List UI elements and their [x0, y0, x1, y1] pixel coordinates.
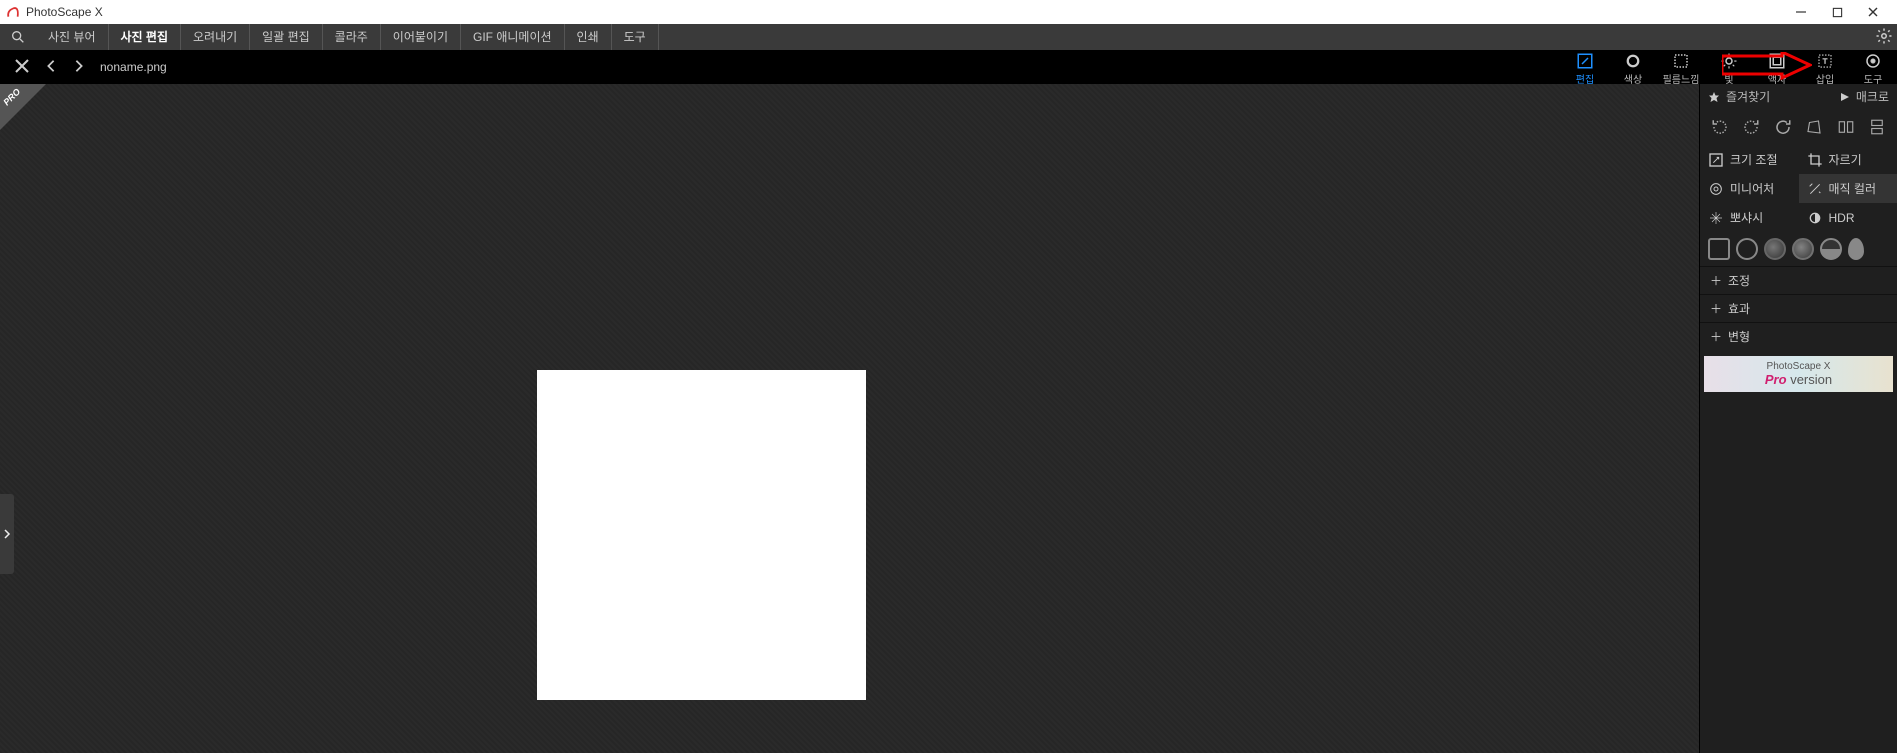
mode-tab-light[interactable]: 빛 — [1705, 50, 1753, 84]
sub-toolbar: noname.png 편집 색상 필름느낌 빛 액자 T 삽입 도구 — [0, 50, 1897, 84]
magic-color-button[interactable]: 매직 컬러 — [1799, 174, 1897, 203]
play-icon — [1840, 92, 1850, 102]
menu-item-print[interactable]: 인쇄 — [565, 24, 612, 50]
straighten-button[interactable] — [1802, 115, 1826, 139]
chevron-left-icon — [44, 59, 58, 73]
hdr-icon — [1807, 210, 1823, 226]
shape-half-button[interactable] — [1820, 238, 1842, 260]
nav-forward-button[interactable] — [72, 59, 86, 76]
menu-item-editor[interactable]: 사진 편집 — [109, 24, 182, 50]
rotate-cw-button[interactable] — [1739, 115, 1763, 139]
right-mode-tabs: 편집 색상 필름느낌 빛 액자 T 삽입 도구 — [1561, 50, 1897, 84]
window-maximize-button[interactable] — [1819, 0, 1855, 24]
close-icon — [14, 58, 30, 74]
shape-drop-button[interactable] — [1848, 238, 1864, 260]
menu-item-tools[interactable]: 도구 — [612, 24, 659, 50]
wand-icon — [1807, 181, 1823, 197]
crop-button[interactable]: 자르기 — [1799, 145, 1897, 174]
macro-button[interactable]: 매크로 — [1840, 88, 1889, 105]
chevron-right-icon — [3, 529, 11, 539]
section-adjust[interactable]: ＋조정 — [1700, 266, 1897, 294]
window-minimize-button[interactable] — [1783, 0, 1819, 24]
mode-tab-edit[interactable]: 편집 — [1561, 50, 1609, 84]
brush-icon — [1864, 52, 1882, 70]
star-icon — [1708, 91, 1720, 103]
resize-icon — [1708, 152, 1724, 168]
insert-icon: T — [1816, 52, 1834, 70]
frame-icon — [1768, 52, 1786, 70]
nav-back-button[interactable] — [44, 59, 58, 76]
side-panel-toggle[interactable] — [0, 494, 14, 574]
menu-item-cutout[interactable]: 오려내기 — [181, 24, 250, 50]
right-panel: 즐겨찾기 매크로 크기 조절 자르기 — [1699, 84, 1897, 753]
shape-sphere1-button[interactable] — [1764, 238, 1786, 260]
section-transform[interactable]: ＋변형 — [1700, 322, 1897, 350]
favorites-button[interactable]: 즐겨찾기 — [1708, 88, 1770, 105]
close-file-button[interactable] — [14, 58, 30, 77]
menu-item-batch[interactable]: 일괄 편집 — [250, 24, 323, 50]
app-title: PhotoScape X — [26, 5, 103, 19]
gear-icon — [1875, 27, 1893, 45]
rotate-row — [1700, 109, 1897, 145]
menu-item-combine[interactable]: 이어붙이기 — [381, 24, 461, 50]
menu-bar: 사진 뷰어 사진 편집 오려내기 일괄 편집 콜라주 이어붙이기 GIF 애니메… — [0, 24, 1897, 50]
search-icon — [10, 29, 26, 45]
sharpen-button[interactable]: 뽀샤시 — [1700, 203, 1799, 232]
chevron-right-icon — [72, 59, 86, 73]
menu-item-gif[interactable]: GIF 애니메이션 — [461, 24, 565, 50]
pro-version-promo[interactable]: PhotoScape X Pro version — [1704, 356, 1893, 392]
mode-tab-film[interactable]: 필름느낌 — [1657, 50, 1705, 84]
rotate-ccw-icon — [1711, 118, 1729, 136]
menu-item-collage[interactable]: 콜라주 — [323, 24, 381, 50]
rotate-ccw-button[interactable] — [1708, 115, 1732, 139]
rotate-90-icon — [1774, 118, 1792, 136]
mode-tab-tools[interactable]: 도구 — [1849, 50, 1897, 84]
menu-item-viewer[interactable]: 사진 뷰어 — [36, 24, 109, 50]
target-icon — [1708, 181, 1724, 197]
svg-text:T: T — [1823, 56, 1828, 65]
sparkle-icon — [1708, 210, 1724, 226]
canvas-image[interactable] — [537, 370, 866, 700]
resize-button[interactable]: 크기 조절 — [1700, 145, 1799, 174]
main-area: PRO 즐겨찾기 매크로 — [0, 84, 1897, 753]
mode-tab-color[interactable]: 색상 — [1609, 50, 1657, 84]
settings-button[interactable] — [1875, 27, 1893, 48]
ring-icon — [1624, 52, 1642, 70]
perspective-icon — [1805, 118, 1823, 136]
app-logo-icon — [6, 5, 20, 19]
shape-circle-button[interactable] — [1736, 238, 1758, 260]
flip-v-icon — [1868, 118, 1886, 136]
pro-badge-corner — [0, 84, 46, 130]
rotate-90-button[interactable] — [1771, 115, 1795, 139]
flip-h-icon — [1837, 118, 1855, 136]
edit-icon — [1576, 52, 1594, 70]
miniature-button[interactable]: 미니어처 — [1700, 174, 1799, 203]
crop-icon — [1807, 152, 1823, 168]
window-close-button[interactable] — [1855, 0, 1891, 24]
shape-sphere2-button[interactable] — [1792, 238, 1814, 260]
canvas-area[interactable]: PRO — [0, 84, 1699, 753]
flip-v-button[interactable] — [1865, 115, 1889, 139]
shape-square-button[interactable] — [1708, 238, 1730, 260]
current-filename: noname.png — [100, 60, 167, 74]
menu-search-button[interactable] — [0, 29, 36, 45]
hdr-button[interactable]: HDR — [1799, 203, 1897, 232]
light-icon — [1720, 52, 1738, 70]
flip-h-button[interactable] — [1834, 115, 1858, 139]
section-effect[interactable]: ＋효과 — [1700, 294, 1897, 322]
mode-tab-insert[interactable]: T 삽입 — [1801, 50, 1849, 84]
mode-tab-frame[interactable]: 액자 — [1753, 50, 1801, 84]
vignette-shape-row — [1700, 232, 1897, 266]
title-bar: PhotoScape X — [0, 0, 1897, 24]
rotate-cw-icon — [1742, 118, 1760, 136]
film-icon — [1672, 52, 1690, 70]
